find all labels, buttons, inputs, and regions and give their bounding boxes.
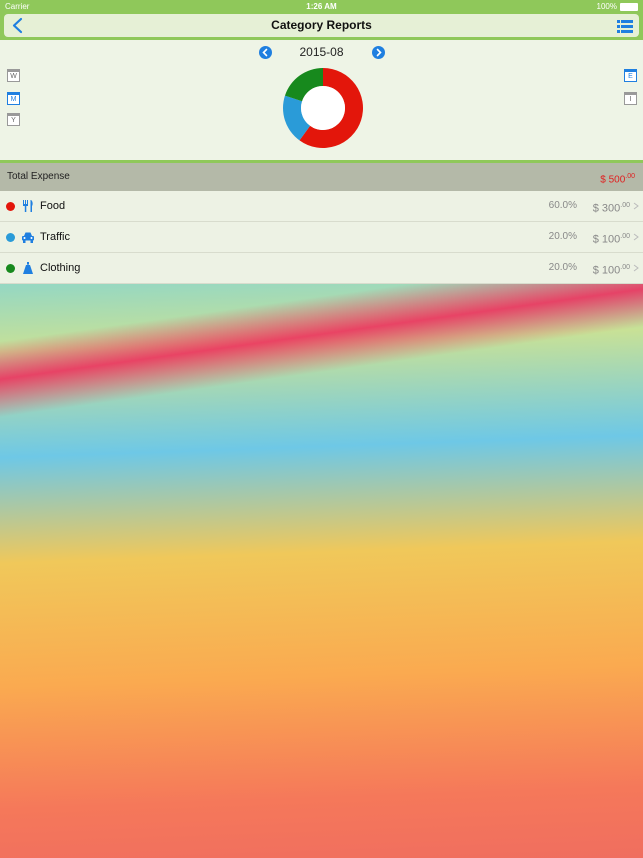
category-percent: 20.0% <box>548 262 577 273</box>
category-amount-cents: .00 <box>620 264 630 271</box>
navigation-bar-inner: Category Reports <box>4 14 639 37</box>
category-percent: 60.0% <box>548 200 577 211</box>
status-time: 1:26 AM <box>306 2 337 11</box>
category-color-dot <box>6 202 15 211</box>
year-view-toggle[interactable]: Y <box>7 113 20 126</box>
chevron-right-icon <box>633 264 639 272</box>
month-view-letter: M <box>7 95 20 105</box>
donut-chart <box>283 68 363 148</box>
next-period-button[interactable] <box>372 46 385 59</box>
category-amount-cents: .00 <box>620 233 630 240</box>
category-name: Traffic <box>40 231 70 243</box>
income-toggle-letter: I <box>624 95 637 105</box>
income-toggle[interactable]: I <box>624 92 637 105</box>
total-amount-cents: .00 <box>625 173 635 180</box>
year-view-letter: Y <box>7 116 20 126</box>
battery-icon <box>620 2 638 11</box>
chart-panel: 2015-08 W M Y E I <box>0 40 643 160</box>
category-currency: $ <box>592 264 599 277</box>
expense-toggle[interactable]: E <box>624 69 637 82</box>
category-amount-value: 100 <box>601 264 621 277</box>
category-currency: $ <box>592 233 599 246</box>
category-color-dot <box>6 233 15 242</box>
total-expense-row: Total Expense $ 500.00 <box>0 163 643 191</box>
donut-hole <box>301 86 345 130</box>
navigation-bar: Category Reports <box>0 13 643 40</box>
month-view-toggle[interactable]: M <box>7 92 20 105</box>
battery-indicator: 100% <box>597 0 638 13</box>
clothing-icon <box>23 262 33 274</box>
category-color-dot <box>6 264 15 273</box>
category-row-traffic[interactable]: Traffic 20.0% $ 100.00 <box>0 222 643 253</box>
category-amount: $ 100.00 <box>593 222 630 255</box>
page-title: Category Reports <box>271 18 372 32</box>
total-amount-value: 500 <box>608 174 626 186</box>
battery-percent: 100% <box>596 2 617 11</box>
list-icon <box>617 20 633 33</box>
menu-button[interactable] <box>617 18 633 34</box>
chevron-right-icon <box>633 233 639 241</box>
category-row-clothing[interactable]: Clothing 20.0% $ 100.00 <box>0 253 643 284</box>
total-expense-label: Total Expense <box>7 171 70 182</box>
category-amount-cents: .00 <box>620 202 630 209</box>
fork-knife-icon <box>23 200 33 212</box>
category-amount-value: 300 <box>601 202 621 215</box>
period-label: 2015-08 <box>299 45 344 59</box>
category-list: Food 60.0% $ 300.00 Traffic 20.0% $ 100.… <box>0 191 643 284</box>
expense-toggle-letter: E <box>624 72 637 82</box>
total-expense-amount: $ 500.00 <box>600 163 635 194</box>
week-view-toggle[interactable]: W <box>7 69 20 82</box>
chevron-right-circle-icon <box>376 48 382 57</box>
category-amount: $ 300.00 <box>593 191 630 224</box>
category-name: Food <box>40 200 66 212</box>
category-percent: 20.0% <box>548 231 577 242</box>
car-icon <box>22 232 34 243</box>
chevron-right-icon <box>633 202 639 210</box>
period-navigator: 2015-08 <box>0 43 643 61</box>
category-name: Clothing <box>40 262 81 274</box>
category-amount: $ 100.00 <box>593 253 630 286</box>
total-currency: $ <box>600 174 606 186</box>
category-row-food[interactable]: Food 60.0% $ 300.00 <box>0 191 643 222</box>
week-view-letter: W <box>7 72 20 82</box>
category-amount-value: 100 <box>601 233 621 246</box>
category-currency: $ <box>592 202 599 215</box>
status-bar: Carrier 1:26 AM 100% <box>0 0 643 13</box>
